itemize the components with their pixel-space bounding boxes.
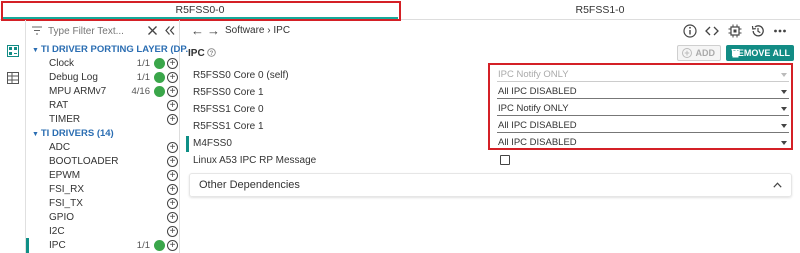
item-count: 1/1 — [136, 58, 150, 69]
add-instance-icon[interactable]: + — [167, 170, 178, 181]
tree-item-clock[interactable]: Clock 1/1 + — [49, 56, 180, 71]
setting-label-r5fss0-core1: R5FSS0 Core 1 — [193, 87, 264, 98]
info-icon[interactable] — [683, 24, 697, 38]
breadcrumb-separator: › — [267, 25, 271, 36]
core-tab-bar: R5FSS0-0 R5FSS1-0 — [0, 0, 800, 21]
add-instance-icon[interactable]: + — [167, 184, 178, 195]
plus-circle-icon: + — [682, 48, 692, 58]
add-instance-icon[interactable]: + — [167, 142, 178, 153]
module-tree-panel: ▼ TI DRIVER PORTING LAYER (DP... Clock 1… — [26, 20, 193, 253]
category-driver-porting-layer[interactable]: ▼ TI DRIVER PORTING LAYER (DP... — [32, 42, 193, 57]
setting-label-r5fss0-core0: R5FSS0 Core 0 (self) — [193, 70, 289, 81]
code-icon[interactable] — [705, 24, 719, 38]
add-instance-icon[interactable]: + — [167, 212, 178, 223]
setting-label-m4fss0: M4FSS0 — [193, 138, 232, 149]
tree-item-epwm[interactable]: EPWM + — [49, 168, 180, 183]
add-instance-icon[interactable]: + — [167, 156, 178, 167]
chip-icon[interactable] — [728, 24, 742, 38]
more-icon[interactable] — [773, 24, 787, 38]
item-count: 1/1 — [136, 72, 150, 83]
check-icon — [154, 58, 165, 69]
tree-item-fsi-rx[interactable]: FSI_RX + — [49, 182, 180, 197]
left-rail — [0, 20, 26, 253]
category-ti-drivers[interactable]: ▼ TI DRIVERS (14) — [32, 126, 114, 141]
main-toolbar: ← → Software › IPC — [181, 20, 800, 42]
caret-down-icon: ▼ — [32, 131, 41, 138]
add-instance-icon[interactable]: + — [167, 240, 178, 251]
tree-item-mpu-armv7[interactable]: MPU ARMv7 4/16 + — [49, 84, 180, 99]
tree-item-adc[interactable]: ADC + — [49, 140, 180, 155]
tree-item-timer[interactable]: TIMER + — [49, 112, 180, 127]
add-instance-icon[interactable]: + — [167, 100, 178, 111]
help-icon[interactable]: ? — [207, 48, 217, 57]
breadcrumb-ipc: IPC — [273, 25, 291, 36]
chevron-up-icon — [773, 182, 782, 188]
add-instance-icon[interactable]: + — [167, 86, 178, 97]
trash-icon — [731, 49, 740, 58]
software-view-icon[interactable] — [7, 45, 19, 57]
tree-item-bootloader[interactable]: BOOTLOADER + — [49, 154, 180, 169]
filter-input[interactable] — [48, 24, 144, 38]
settings-highlight-box — [488, 63, 793, 150]
tree-item-ipc[interactable]: IPC 1/1 + — [26, 238, 180, 253]
tab-highlight-box — [1, 1, 401, 21]
main-panel: ← → Software › IPC IPC ? + ADD REMOVE AL… — [181, 20, 800, 253]
add-instance-icon[interactable]: + — [167, 114, 178, 125]
clear-filter-icon[interactable] — [148, 26, 157, 35]
caret-down-icon: ▼ — [32, 47, 41, 54]
add-instance-icon[interactable]: + — [167, 72, 178, 83]
other-dependencies-panel[interactable]: Other Dependencies — [189, 173, 792, 197]
focus-indicator — [186, 136, 189, 152]
filter-icon[interactable] — [32, 26, 42, 35]
hardware-view-icon[interactable] — [7, 72, 19, 84]
add-instance-icon[interactable]: + — [167, 198, 178, 209]
tab-r5fss1-0[interactable]: R5FSS1-0 — [400, 0, 800, 20]
tree-item-rat[interactable]: RAT + — [49, 98, 180, 113]
history-icon[interactable] — [751, 24, 765, 38]
item-count: 4/16 — [131, 86, 151, 97]
tree-item-gpio[interactable]: GPIO + — [49, 210, 180, 225]
setting-label-r5fss1-core1: R5FSS1 Core 1 — [193, 121, 264, 132]
setting-label-linux-a53: Linux A53 IPC RP Message — [193, 155, 317, 166]
add-button[interactable]: + ADD — [677, 45, 721, 61]
check-icon — [154, 86, 165, 97]
add-instance-icon[interactable]: + — [167, 226, 178, 237]
add-instance-icon[interactable]: + — [167, 58, 178, 69]
forward-arrow-icon[interactable]: → — [207, 23, 220, 38]
filter-bar — [26, 20, 180, 42]
check-icon — [154, 240, 165, 251]
remove-all-button[interactable]: REMOVE ALL — [726, 45, 794, 61]
check-icon — [154, 72, 165, 83]
tree-item-i2c[interactable]: I2C + — [49, 224, 180, 239]
page-title: IPC ? — [188, 48, 217, 59]
breadcrumb-software[interactable]: Software — [225, 25, 264, 36]
item-count: 1/1 — [136, 240, 150, 251]
collapse-panel-icon[interactable] — [165, 26, 175, 35]
setting-label-r5fss1-core0: R5FSS1 Core 0 — [193, 104, 264, 115]
breadcrumb: Software › IPC — [225, 25, 290, 36]
linux-a53-checkbox[interactable] — [500, 155, 510, 165]
tree-item-fsi-tx[interactable]: FSI_TX + — [49, 196, 180, 211]
back-arrow-icon[interactable]: ← — [191, 23, 204, 38]
tree-item-debug-log[interactable]: Debug Log 1/1 + — [49, 70, 180, 85]
svg-text:?: ? — [210, 51, 214, 57]
